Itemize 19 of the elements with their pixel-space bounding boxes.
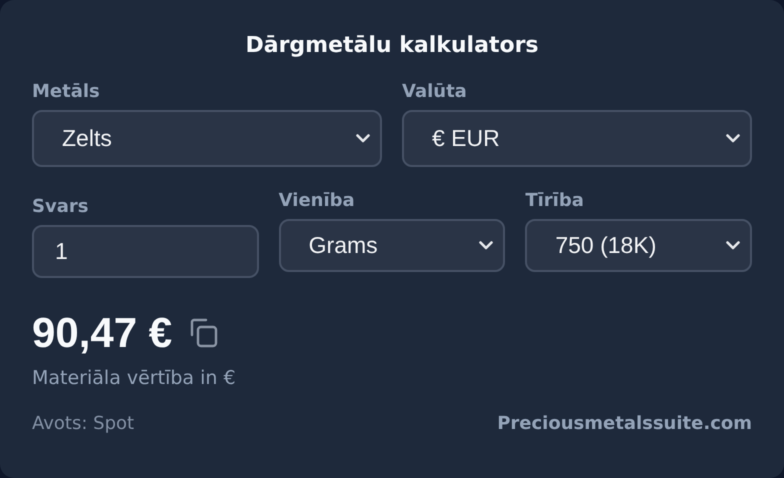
chevron-down-icon — [479, 241, 494, 250]
result-value: 90,47 € — [32, 308, 172, 358]
dropdown-field[interactable]: 750 (18K) — [525, 219, 752, 272]
website-link[interactable]: Preciousmetalssuite.com — [497, 410, 752, 437]
field-label: Tīrība — [525, 189, 585, 213]
card-title: Dārgmetālu kalkulators — [244, 32, 540, 60]
weight-input-field[interactable]: 1 — [32, 225, 259, 278]
field-label: Metāls — [32, 80, 101, 104]
result-caption: Materiāla vērtība in € — [32, 366, 237, 391]
chevron-down-icon — [726, 134, 740, 143]
chevron-down-icon — [726, 241, 740, 250]
dropdown-field[interactable]: Zelts — [32, 110, 382, 167]
field-label: Svars — [32, 195, 90, 219]
dropdown-field[interactable]: Grams — [278, 219, 506, 272]
dropdown-field[interactable]: € EUR — [402, 110, 752, 167]
field-label: Valūta — [402, 80, 468, 104]
chevron-down-icon — [356, 134, 370, 143]
field-label: Vienība — [278, 189, 356, 213]
source-text: Avots: Spot — [32, 412, 134, 436]
